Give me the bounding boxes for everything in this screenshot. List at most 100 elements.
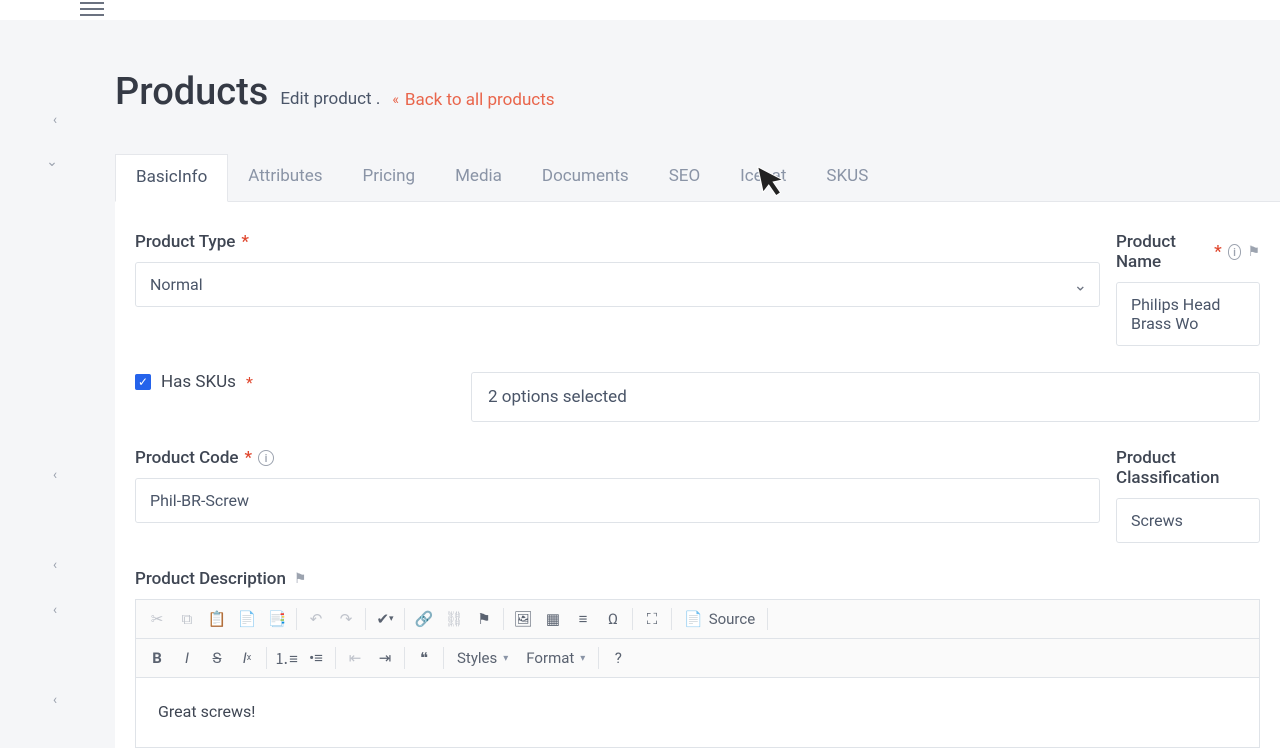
- sidebar-collapse-5[interactable]: ‹: [45, 600, 65, 620]
- product-description-label: Product Description: [135, 569, 286, 589]
- paste-text-icon[interactable]: 📄: [232, 604, 262, 634]
- blockquote-icon[interactable]: ❝: [409, 643, 439, 673]
- undo-icon[interactable]: ↶: [301, 604, 331, 634]
- product-name-label: Product Name: [1116, 232, 1208, 272]
- anchor-icon[interactable]: ⚑: [469, 604, 499, 634]
- flag-icon[interactable]: ⚑: [294, 571, 307, 587]
- link-icon[interactable]: 🔗: [409, 604, 439, 634]
- editor-content[interactable]: Great screws!: [135, 678, 1260, 748]
- maximize-icon[interactable]: ⛶: [637, 604, 667, 634]
- tab-pricing[interactable]: Pricing: [343, 154, 436, 201]
- required-asterisk: *: [246, 373, 253, 392]
- sidebar-expand-2[interactable]: ⌄: [42, 152, 62, 172]
- strikethrough-icon[interactable]: S: [202, 643, 232, 673]
- paste-word-icon[interactable]: 📑: [262, 604, 292, 634]
- product-classification-input[interactable]: Screws: [1116, 498, 1260, 543]
- toolbar-separator: [404, 608, 405, 630]
- help-icon[interactable]: ?: [603, 643, 633, 673]
- sidebar-collapse-1[interactable]: ‹: [45, 110, 65, 130]
- product-code-field: Product Code * i Phil-BR-Screw: [135, 448, 1100, 523]
- unlink-icon[interactable]: ⛓: [439, 604, 469, 634]
- required-asterisk: *: [241, 232, 249, 252]
- tab-skus[interactable]: SKUS: [806, 154, 888, 201]
- bullet-list-icon[interactable]: •≡: [301, 643, 331, 673]
- required-asterisk: *: [1214, 242, 1222, 262]
- product-name-input[interactable]: Philips Head Brass Wo: [1116, 282, 1260, 346]
- product-code-label: Product Code: [135, 448, 239, 468]
- numbered-list-icon[interactable]: ⒈≡: [271, 643, 301, 673]
- sidebar-collapse-6[interactable]: ‹: [45, 690, 65, 710]
- cut-icon[interactable]: ✂: [142, 604, 172, 634]
- product-type-label: Product Type: [135, 232, 235, 252]
- indent-icon[interactable]: ⇥: [370, 643, 400, 673]
- table-icon[interactable]: ▦: [538, 604, 568, 634]
- chevron-double-left-icon: «: [392, 92, 399, 108]
- flag-icon[interactable]: ⚑: [1247, 244, 1260, 260]
- editor-toolbar-row1: ✂ ⧉ 📋 📄 📑 ↶ ↷ ✔▾ 🔗 ⛓ ⚑ 🖼 ▦ ≡ Ω: [135, 600, 1260, 639]
- italic-icon[interactable]: I: [172, 643, 202, 673]
- format-label: Format: [526, 649, 574, 667]
- info-icon[interactable]: i: [1228, 244, 1242, 260]
- has-skus-label: Has SKUs: [161, 372, 236, 392]
- required-asterisk: *: [245, 448, 253, 468]
- description-text: Great screws!: [158, 702, 255, 721]
- back-to-products-link[interactable]: « Back to all products: [392, 90, 554, 110]
- toolbar-separator: [404, 647, 405, 669]
- hamburger-icon[interactable]: [80, 2, 104, 16]
- chevron-down-icon: ▾: [503, 653, 508, 664]
- source-button[interactable]: 📄 Source: [676, 606, 763, 632]
- source-icon: 📄: [684, 610, 703, 628]
- tab-media[interactable]: Media: [435, 154, 522, 201]
- image-icon[interactable]: 🖼: [508, 604, 538, 634]
- styles-dropdown[interactable]: Styles ▾: [448, 644, 517, 672]
- product-code-input[interactable]: Phil-BR-Screw: [135, 478, 1100, 523]
- toolbar-separator: [266, 647, 267, 669]
- bold-icon[interactable]: B: [142, 643, 172, 673]
- toolbar-separator: [671, 608, 672, 630]
- product-classification-label: Product Classification: [1116, 448, 1260, 488]
- spellcheck-icon[interactable]: ✔▾: [370, 604, 400, 634]
- tab-documents[interactable]: Documents: [522, 154, 649, 201]
- toolbar-separator: [365, 608, 366, 630]
- sidebar-collapse-4[interactable]: ‹: [45, 555, 65, 575]
- sku-options-multiselect[interactable]: 2 options selected: [471, 372, 1260, 422]
- special-char-icon[interactable]: Ω: [598, 604, 628, 634]
- product-classification-value: Screws: [1131, 511, 1183, 530]
- toolbar-separator: [443, 647, 444, 669]
- chevron-down-icon: ⌄: [1074, 275, 1087, 294]
- sku-options-summary: 2 options selected: [488, 387, 627, 407]
- product-description-label-row: Product Description ⚑: [115, 569, 1280, 589]
- has-skus-checkbox[interactable]: ✓: [135, 374, 151, 390]
- toolbar-separator: [335, 647, 336, 669]
- topbar: [0, 0, 1280, 20]
- horizontal-rule-icon[interactable]: ≡: [568, 604, 598, 634]
- product-type-select[interactable]: Normal ⌄: [135, 262, 1100, 307]
- tab-icecat[interactable]: Icecat: [720, 154, 806, 201]
- page-subtitle: Edit product .: [280, 89, 380, 109]
- toolbar-separator: [296, 608, 297, 630]
- format-dropdown[interactable]: Format ▾: [517, 644, 594, 672]
- chevron-down-icon: ▾: [580, 653, 585, 664]
- paste-icon[interactable]: 📋: [202, 604, 232, 634]
- remove-format-icon[interactable]: Ix: [232, 643, 262, 673]
- copy-icon[interactable]: ⧉: [172, 604, 202, 634]
- outdent-icon[interactable]: ⇤: [340, 643, 370, 673]
- page-header: Products Edit product . « Back to all pr…: [115, 70, 1280, 114]
- toolbar-separator: [503, 608, 504, 630]
- tab-attributes[interactable]: Attributes: [228, 154, 342, 201]
- source-label: Source: [709, 610, 755, 628]
- redo-icon[interactable]: ↷: [331, 604, 361, 634]
- tab-basicinfo[interactable]: BasicInfo: [115, 154, 228, 202]
- product-classification-field: Product Classification Screws: [1116, 448, 1260, 543]
- toolbar-separator: [598, 647, 599, 669]
- tab-seo[interactable]: SEO: [649, 154, 720, 201]
- product-type-value: Normal: [150, 275, 203, 294]
- page-title: Products: [115, 70, 268, 114]
- has-skus-field: ✓ Has SKUs *: [135, 372, 455, 392]
- rich-text-editor: ✂ ⧉ 📋 📄 📑 ↶ ↷ ✔▾ 🔗 ⛓ ⚑ 🖼 ▦ ≡ Ω: [135, 599, 1260, 748]
- form-panel: Product Type * Normal ⌄ Product Name * i…: [115, 202, 1280, 748]
- sidebar: ‹ ⌄ ‹ ‹ ‹ ‹: [0, 20, 70, 720]
- sidebar-collapse-3[interactable]: ‹: [45, 465, 65, 485]
- info-icon[interactable]: i: [258, 450, 274, 466]
- product-name-field: Product Name * i ⚑ Philips Head Brass Wo: [1116, 232, 1260, 346]
